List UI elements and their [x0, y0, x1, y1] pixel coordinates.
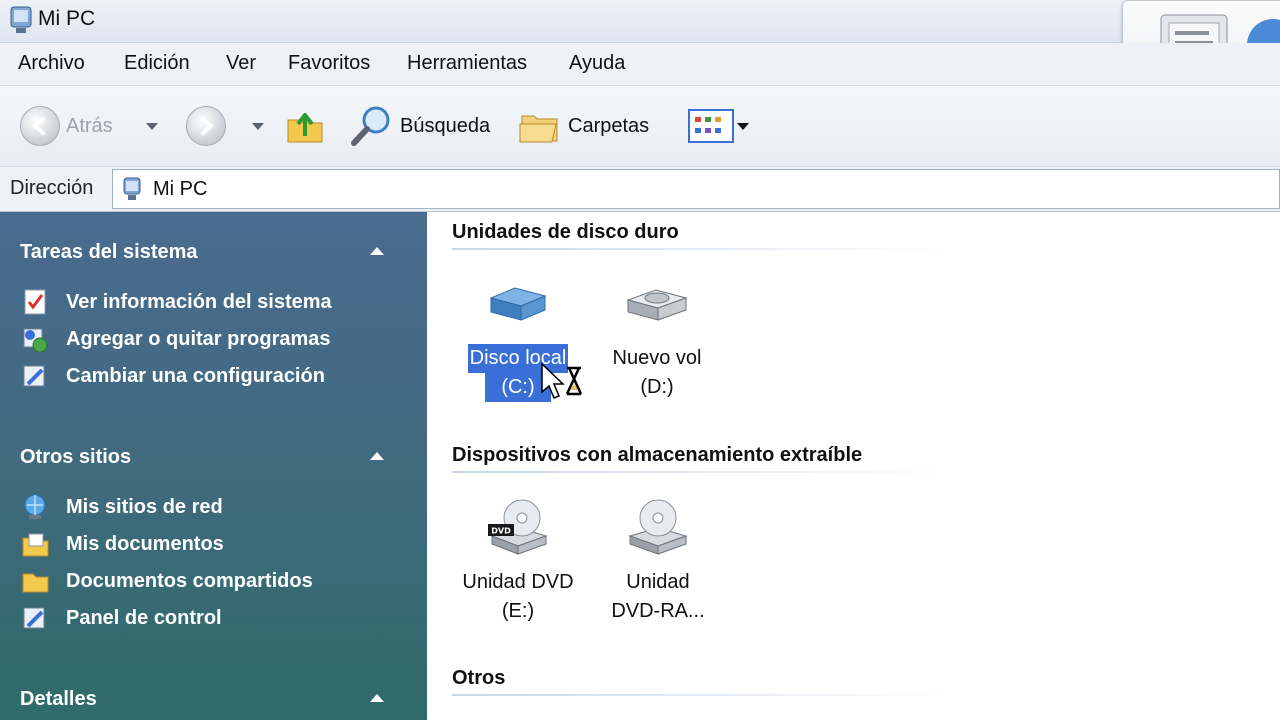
task-label: Ver información del sistema — [66, 290, 332, 313]
menu-bar: Archivo Edición Ver Favoritos Herramient… — [0, 43, 1280, 86]
place-network[interactable]: Mis sitios de red — [20, 492, 223, 522]
place-label: Panel de control — [66, 606, 222, 629]
task-pane: Tareas del sistema Ver información del s… — [0, 212, 427, 720]
hard-drives-header: Unidades de disco duro — [452, 221, 679, 243]
task-view-system-info[interactable]: Ver información del sistema — [20, 287, 332, 317]
menu-archivo[interactable]: Archivo — [18, 52, 85, 75]
control-panel-icon — [23, 607, 45, 629]
content-area: Unidades de disco duro Disco local (C:) … — [427, 212, 1280, 720]
address-field[interactable]: Mi PC — [112, 169, 1280, 209]
drive-label-line2: (D:) — [640, 376, 674, 398]
menu-edicion[interactable]: Edición — [124, 52, 190, 75]
task-add-remove-programs[interactable]: Agregar o quitar programas — [20, 324, 331, 354]
my-computer-icon — [10, 6, 32, 33]
drive-d[interactable]: Nuevo vol (D:) — [592, 284, 722, 402]
search-button[interactable]: Búsqueda — [348, 86, 490, 166]
drive-label-line2: (E:) — [501, 600, 535, 622]
collapse-chevron-icon[interactable] — [370, 452, 384, 460]
address-value: Mi PC — [153, 178, 208, 200]
folders-label: Carpetas — [568, 114, 650, 137]
dvd-ram-drive-icon — [628, 499, 688, 555]
my-computer-icon — [123, 177, 141, 200]
back-label: Atrás — [66, 114, 113, 137]
drive-label-line1: Unidad DVD — [462, 571, 574, 593]
svg-text:DVD: DVD — [491, 527, 511, 536]
menu-ayuda[interactable]: Ayuda — [569, 52, 625, 75]
menu-favoritos[interactable]: Favoritos — [288, 52, 370, 75]
forward-arrow-icon — [186, 106, 226, 146]
search-label: Búsqueda — [400, 114, 491, 137]
group-divider — [452, 694, 952, 696]
drive-label-line2: DVD-RA... — [611, 600, 705, 622]
title-bar: Mi PC — [0, 0, 1280, 112]
group-divider — [452, 471, 952, 473]
task-label: Cambiar una configuración — [66, 364, 325, 387]
forward-button[interactable] — [186, 86, 226, 166]
folders-icon — [519, 115, 558, 143]
views-icon — [688, 109, 734, 143]
back-dropdown-icon[interactable] — [146, 123, 158, 130]
place-shared-documents[interactable]: Documentos compartidos — [20, 566, 313, 596]
task-change-setting[interactable]: Cambiar una configuración — [20, 361, 325, 391]
drive-e[interactable]: DVD Unidad DVD (E:) — [453, 496, 583, 626]
place-label: Mis documentos — [66, 532, 224, 555]
my-documents-icon — [22, 533, 49, 557]
task-label: Agregar o quitar programas — [66, 327, 331, 350]
drive-label-line1: Unidad — [626, 571, 690, 593]
add-remove-programs-icon — [23, 328, 48, 353]
views-dropdown-icon[interactable] — [737, 123, 749, 130]
drive-label-line1: Nuevo vol — [612, 347, 702, 369]
place-label: Mis sitios de red — [66, 495, 223, 518]
window-title: Mi PC — [38, 7, 96, 30]
system-info-icon — [24, 289, 46, 315]
removable-header: Dispositivos con almacenamiento extraíbl… — [452, 444, 863, 466]
folder-icon — [22, 573, 49, 593]
menu-ver[interactable]: Ver — [226, 52, 256, 75]
up-folder-icon — [287, 113, 323, 143]
network-places-icon — [24, 494, 46, 519]
others-header: Otros — [452, 667, 506, 689]
hard-drive-icon — [626, 289, 688, 321]
hard-drive-icon — [489, 287, 547, 321]
search-icon — [351, 106, 390, 146]
busy-cursor-icon — [541, 362, 583, 399]
details-title[interactable]: Detalles — [20, 688, 97, 711]
back-button[interactable]: Atrás — [20, 86, 113, 166]
forward-dropdown-icon[interactable] — [252, 123, 264, 130]
back-arrow-icon — [20, 106, 60, 146]
place-label: Documentos compartidos — [66, 569, 313, 592]
dvd-drive-icon: DVD — [488, 499, 548, 555]
place-my-documents[interactable]: Mis documentos — [20, 529, 224, 559]
place-control-panel[interactable]: Panel de control — [20, 603, 222, 633]
system-tasks-title[interactable]: Tareas del sistema — [20, 241, 198, 264]
group-divider — [452, 248, 952, 250]
address-bar: Dirección Mi PC — [0, 167, 1280, 212]
up-folder-button[interactable] — [285, 86, 325, 166]
toolbar: Atrás Búsqueda Carpetas — [0, 86, 1280, 167]
control-panel-icon — [23, 365, 45, 387]
drive-dvd-ram[interactable]: Unidad DVD-RA... — [593, 496, 723, 626]
other-places-title[interactable]: Otros sitios — [20, 446, 131, 469]
address-label: Dirección — [10, 177, 94, 199]
collapse-chevron-icon[interactable] — [370, 247, 384, 255]
menu-herramientas[interactable]: Herramientas — [407, 52, 527, 75]
collapse-chevron-icon[interactable] — [370, 694, 384, 702]
views-button[interactable] — [688, 86, 734, 166]
folders-button[interactable]: Carpetas — [518, 86, 649, 166]
